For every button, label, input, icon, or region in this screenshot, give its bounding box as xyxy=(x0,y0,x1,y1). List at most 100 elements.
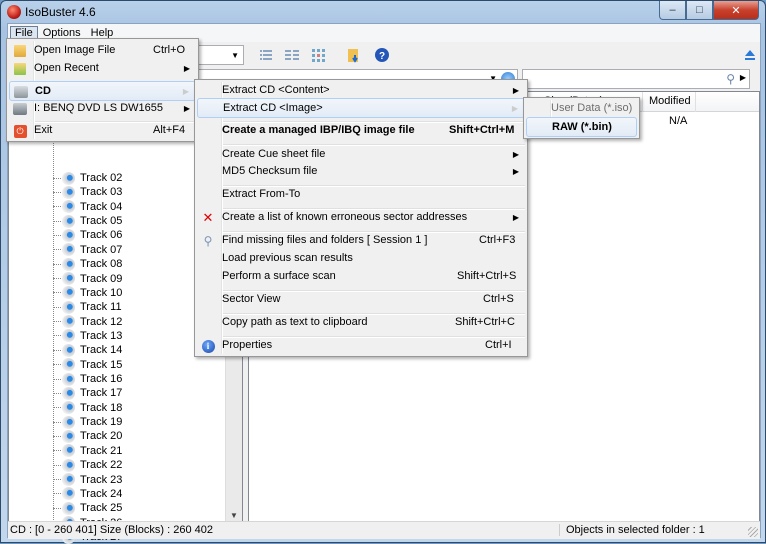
scroll-down-icon[interactable]: ▼ xyxy=(230,511,238,520)
close-button[interactable]: ✕ xyxy=(713,1,759,20)
tree-item-label: Track 20 xyxy=(80,430,123,443)
tree-item-label: Track 25 xyxy=(80,502,123,515)
menu-item-label: Extract From-To xyxy=(222,188,301,200)
menu-item-load-scan[interactable]: Load previous scan results xyxy=(197,249,525,269)
tree-item-track[interactable]: Track 25 xyxy=(53,501,122,515)
audio-track-icon xyxy=(62,329,75,343)
tree-item-track[interactable]: Track 11 xyxy=(53,300,122,314)
tree-item-track[interactable]: Track 13 xyxy=(53,329,122,343)
menu-item-open-image-file[interactable]: Open Image File Ctrl+O xyxy=(9,41,196,61)
menu-item-create-managed-image[interactable]: Create a managed IBP/IBQ image file Shif… xyxy=(197,121,525,141)
tree-connector xyxy=(53,177,61,179)
list-view-icon[interactable] xyxy=(284,47,300,63)
menu-item-sector-view[interactable]: Sector View Ctrl+S xyxy=(197,290,525,310)
tree-connector xyxy=(53,464,61,466)
help-icon[interactable]: ? xyxy=(374,47,390,63)
audio-track-icon xyxy=(62,386,75,400)
tree-connector xyxy=(53,306,61,308)
audio-track-icon xyxy=(62,487,75,501)
menu-item-cd[interactable]: CD ▶ xyxy=(9,81,196,101)
file-menu: Open Image File Ctrl+O Open Recent ▶ CD … xyxy=(6,38,199,142)
menu-item-surface-scan[interactable]: Perform a surface scan Shift+Ctrl+S xyxy=(197,267,525,287)
menu-item-user-data-iso[interactable]: User Data (*.iso) xyxy=(526,99,637,118)
menu-item-shortcut: Shift+Ctrl+M xyxy=(449,124,515,136)
tree-item-track[interactable]: Track 17 xyxy=(53,386,122,400)
audio-track-icon xyxy=(62,300,75,314)
tree-item-track[interactable]: Track 04 xyxy=(53,200,122,214)
tree-item-track[interactable]: Track 15 xyxy=(53,358,122,372)
find-icon: ⚲ xyxy=(203,234,213,248)
title-bar[interactable]: IsoBuster 4.6 – □ ✕ xyxy=(1,1,765,23)
menu-item-properties[interactable]: i Properties Ctrl+I xyxy=(197,336,525,356)
menu-item-error-list[interactable]: ✕ Create a list of known erroneous secto… xyxy=(197,208,525,228)
column-separator[interactable] xyxy=(695,92,696,112)
details-view-icon[interactable] xyxy=(258,47,274,63)
tree-item-track[interactable]: Track 02 xyxy=(53,171,122,185)
tree-item-track[interactable]: Track 06 xyxy=(53,228,122,242)
tree-item-label: Track 18 xyxy=(80,401,123,414)
column-modified[interactable]: Modified xyxy=(649,95,691,107)
tree-item-track[interactable]: Track 12 xyxy=(53,315,122,329)
tree-item-track[interactable]: Track 07 xyxy=(53,243,122,257)
tree-item-track[interactable]: Track 24 xyxy=(53,487,122,501)
submenu-arrow-icon: ▶ xyxy=(182,87,189,96)
tree-connector xyxy=(53,493,61,495)
tree-connector xyxy=(53,249,61,251)
tree-item-track[interactable]: Track 19 xyxy=(53,415,122,429)
tree-item-track[interactable]: Track 23 xyxy=(53,473,122,487)
search-input[interactable]: ⚲ ▶ xyxy=(522,69,750,89)
tree-item-track[interactable]: Track 22 xyxy=(53,458,122,472)
menu-item-shortcut: Ctrl+F3 xyxy=(479,234,516,246)
tree-connector xyxy=(53,392,61,394)
icons-view-icon[interactable] xyxy=(310,47,326,63)
tree-item-track[interactable]: Track 09 xyxy=(53,272,122,286)
minimize-button[interactable]: – xyxy=(659,1,686,20)
search-icon[interactable]: ⚲ xyxy=(726,72,735,86)
submenu-arrow-icon: ▶ xyxy=(511,104,518,113)
menu-item-exit[interactable]: ⏻ Exit Alt+F4 xyxy=(9,121,196,141)
maximize-button[interactable]: □ xyxy=(686,1,713,20)
eject-icon[interactable] xyxy=(742,47,758,63)
menu-item-copy-path[interactable]: Copy path as text to clipboard Shift+Ctr… xyxy=(197,313,525,333)
menu-item-shortcut: Shift+Ctrl+C xyxy=(455,316,515,328)
device-select[interactable]: ▼ xyxy=(196,45,244,65)
tree-connector xyxy=(53,349,61,351)
audio-track-icon xyxy=(62,343,75,357)
chevron-right-icon[interactable]: ▶ xyxy=(740,73,746,82)
resize-grip[interactable] xyxy=(748,527,758,537)
menu-item-drive[interactable]: I: BENQ DVD LS DW1655 ▶ xyxy=(9,99,196,119)
tree-item-track[interactable]: Track 21 xyxy=(53,444,122,458)
extract-folder-icon[interactable] xyxy=(346,47,362,63)
tree-item-track[interactable]: Track 08 xyxy=(53,257,122,271)
menu-item-label: RAW (*.bin) xyxy=(552,121,612,133)
tree-item-track[interactable]: Track 18 xyxy=(53,401,122,415)
tree-item-track[interactable]: Track 03 xyxy=(53,185,122,199)
tree-item-track[interactable]: Track 16 xyxy=(53,372,122,386)
menu-item-open-recent[interactable]: Open Recent ▶ xyxy=(9,59,196,79)
menu-item-shortcut: Ctrl+O xyxy=(153,44,186,56)
audio-track-icon xyxy=(62,473,75,487)
tree-item-track[interactable]: Track 14 xyxy=(53,343,122,357)
tree-item-track[interactable]: Track 05 xyxy=(53,214,122,228)
tree-item-track[interactable]: Track 20 xyxy=(53,429,122,443)
status-objects: Objects in selected folder : 1 xyxy=(559,524,705,536)
cell-modified: N/A xyxy=(669,115,688,127)
menu-item-extract-image[interactable]: Extract CD <Image> ▶ xyxy=(197,98,525,118)
menu-item-shortcut: Ctrl+S xyxy=(483,293,514,305)
tree-item-label: Track 14 xyxy=(80,344,123,357)
audio-track-icon xyxy=(62,401,75,415)
audio-track-icon xyxy=(62,228,75,242)
menu-item-extract-from-to[interactable]: Extract From-To xyxy=(197,185,525,205)
menu-item-label: Create Cue sheet file xyxy=(222,148,326,160)
column-separator[interactable] xyxy=(642,92,643,112)
tree-connector xyxy=(53,378,61,380)
cd-icon xyxy=(13,84,29,100)
menu-item-shortcut: Alt+F4 xyxy=(153,124,186,136)
menu-item-md5[interactable]: MD5 Checksum file ▶ xyxy=(197,162,525,182)
menu-item-label: CD xyxy=(35,85,51,97)
menu-item-raw-bin[interactable]: RAW (*.bin) xyxy=(526,117,637,137)
tree-item-track[interactable]: Track 10 xyxy=(53,286,122,300)
menu-item-find-missing[interactable]: ⚲ Find missing files and folders [ Sessi… xyxy=(197,231,525,251)
cd-submenu: Extract CD <Content> ▶ Extract CD <Image… xyxy=(194,79,528,357)
exit-icon: ⏻ xyxy=(12,123,28,139)
